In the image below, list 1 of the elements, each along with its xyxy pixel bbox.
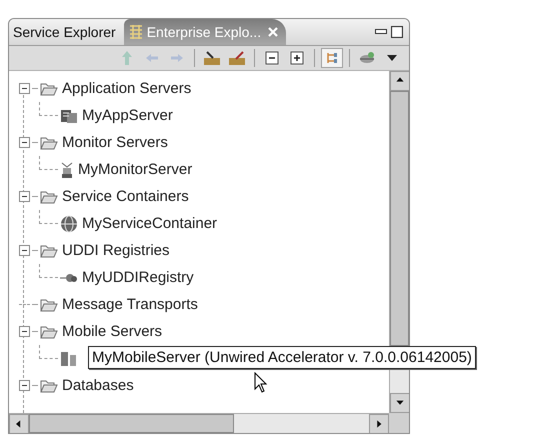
tooltip: MyMobileServer (Unwired Accelerator v. 7.0.0.06142005) [88, 346, 476, 369]
